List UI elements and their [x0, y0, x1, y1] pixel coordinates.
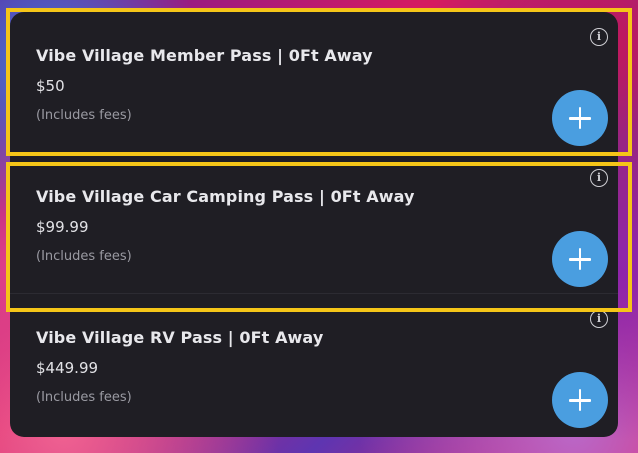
add-pass-button[interactable] — [552, 231, 608, 287]
info-icon[interactable]: i — [590, 169, 608, 187]
add-pass-button[interactable] — [552, 90, 608, 146]
pass-list: Vibe Village Member Pass | 0Ft Away $50 … — [10, 12, 618, 437]
pass-fees-note: (Includes fees) — [36, 390, 132, 405]
pass-price: $50 — [36, 77, 65, 95]
pass-card-member: Vibe Village Member Pass | 0Ft Away $50 … — [10, 12, 618, 152]
pass-card-rv: Vibe Village RV Pass | 0Ft Away $449.99 … — [10, 294, 618, 434]
pass-fees-note: (Includes fees) — [36, 249, 132, 264]
info-icon[interactable]: i — [590, 310, 608, 328]
pass-title: Vibe Village Car Camping Pass | 0Ft Away — [36, 187, 415, 206]
pass-title: Vibe Village RV Pass | 0Ft Away — [36, 328, 324, 347]
pass-price: $99.99 — [36, 218, 89, 236]
info-icon[interactable]: i — [590, 28, 608, 46]
pass-card-car-camping: Vibe Village Car Camping Pass | 0Ft Away… — [10, 153, 618, 293]
add-pass-button[interactable] — [552, 372, 608, 428]
pass-fees-note: (Includes fees) — [36, 108, 132, 123]
pass-title: Vibe Village Member Pass | 0Ft Away — [36, 46, 373, 65]
pass-price: $449.99 — [36, 359, 99, 377]
